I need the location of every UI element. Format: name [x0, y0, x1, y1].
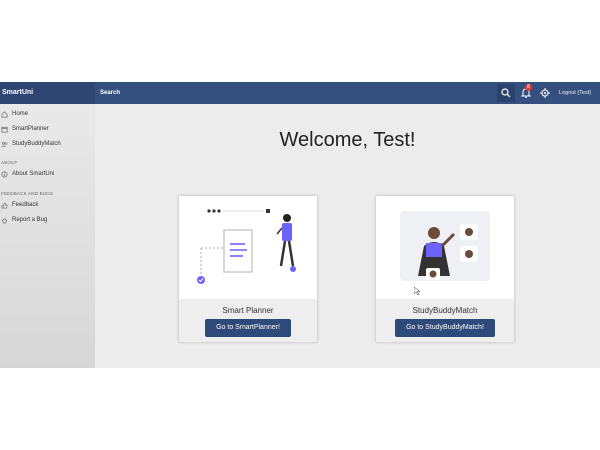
gear-icon[interactable] — [539, 87, 551, 99]
sidebar-item-label: Feedback — [12, 202, 39, 208]
sidebar-item-label: About SmartUni — [12, 171, 55, 177]
studybuddymatch-illustration — [376, 196, 514, 299]
sidebar-item-feedback[interactable]: Feedback — [1, 200, 38, 210]
sidebar-item-report-bug[interactable]: Report a Bug — [1, 215, 47, 225]
sidebar: Home SmartPlanner StudyBuddyMatch ABOUT … — [0, 104, 95, 368]
page-title: Welcome, Test! — [279, 129, 416, 151]
sidebar-item-home[interactable]: Home — [1, 109, 28, 119]
sidebar-item-label: StudyBuddyMatch — [12, 141, 61, 147]
home-icon — [1, 110, 8, 117]
users-icon — [1, 141, 8, 147]
bug-icon — [1, 217, 8, 223]
logout-link[interactable]: Logout (Test) — [559, 82, 591, 104]
studybuddymatch-card: StudyBuddyMatch Go to StudyBuddyMatch! — [376, 196, 514, 342]
search-button[interactable] — [497, 84, 515, 102]
go-to-studybuddymatch-button[interactable]: Go to StudyBuddyMatch! — [395, 319, 495, 337]
sidebar-item-label: SmartPlanner — [12, 126, 49, 132]
smart-planner-card: Smart Planner Go to SmartPlanner! — [179, 196, 317, 342]
sidebar-item-label: Report a Bug — [12, 217, 48, 223]
info-icon — [1, 171, 8, 177]
go-to-smartplanner-button[interactable]: Go to SmartPlanner! — [205, 319, 291, 337]
card-title: StudyBuddyMatch — [412, 306, 478, 315]
app-window: SmartUni Search 8 Logout (Test) Home Sma… — [0, 82, 600, 368]
section-feedback: FEEDBACK AND BUGS — [1, 191, 54, 196]
search-icon — [501, 88, 511, 98]
smart-planner-illustration — [179, 196, 317, 299]
notification-badge[interactable]: 8 — [525, 84, 532, 91]
section-about: ABOUT — [1, 160, 18, 165]
sidebar-item-about-smartuni[interactable]: About SmartUni — [1, 169, 54, 179]
app-title[interactable]: SmartUni — [0, 82, 95, 104]
sidebar-item-label: Home — [12, 111, 29, 117]
calendar-icon — [1, 126, 8, 132]
thumbs-up-icon — [1, 202, 8, 208]
search-input[interactable]: Search — [100, 82, 120, 104]
top-navbar: SmartUni Search 8 Logout (Test) — [0, 82, 600, 104]
main-content: Welcome, Test! Smart Planner Go to Smart… — [95, 104, 600, 368]
sidebar-item-studybuddymatch[interactable]: StudyBuddyMatch — [1, 139, 61, 149]
sidebar-item-smartplanner[interactable]: SmartPlanner — [1, 124, 49, 134]
mouse-cursor-icon — [414, 287, 420, 295]
card-title: Smart Planner — [222, 306, 274, 315]
